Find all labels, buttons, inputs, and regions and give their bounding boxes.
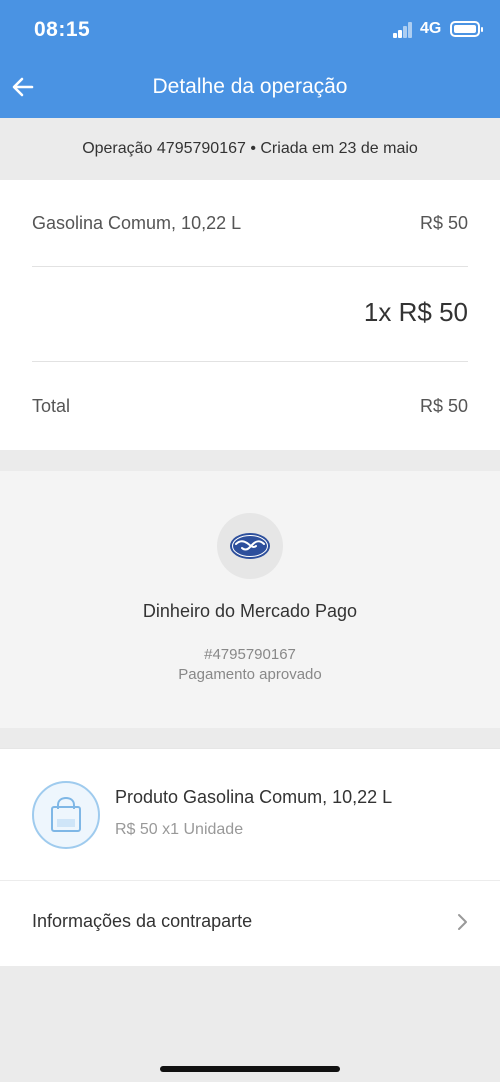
divider xyxy=(32,361,468,362)
status-bar: 08:15 4G xyxy=(0,0,500,60)
battery-icon xyxy=(450,21,483,37)
shopping-bag-icon xyxy=(32,781,100,849)
item-price: R$ 50 xyxy=(419,213,468,233)
operation-summary: Operação 4795790167 • Criada em 23 de ma… xyxy=(0,118,500,180)
divider xyxy=(0,748,500,749)
quantity-price: 1x R$ 50 xyxy=(363,297,468,327)
total-label: Total xyxy=(32,396,71,416)
payment-method: Dinheiro do Mercado Pago xyxy=(142,601,358,621)
home-indicator[interactable] xyxy=(160,1066,340,1072)
payment-id: #4795790167 xyxy=(204,646,296,663)
payment-status: Pagamento aprovado xyxy=(178,666,322,683)
divider xyxy=(32,266,468,267)
total-value: R$ 50 xyxy=(419,396,468,416)
status-time: 08:15 xyxy=(34,18,91,41)
mercadopago-logo-icon xyxy=(217,513,283,579)
product-card xyxy=(0,748,500,966)
payment-card xyxy=(0,471,500,728)
divider xyxy=(0,880,500,881)
product-subtitle: R$ 50 x1 Unidade xyxy=(115,821,244,838)
product-title: Produto Gasolina Comum, 10,22 L xyxy=(115,787,393,807)
network-type: 4G xyxy=(420,20,442,37)
items-card: Gasolina Comum, 10,22 L R$ 50 1x R$ 50 T… xyxy=(0,180,500,450)
chevron-right-icon[interactable] xyxy=(455,912,469,932)
counterpart-info-link[interactable]: Informações da contraparte xyxy=(32,911,252,932)
app-header: 08:15 4G Detalhe da operação xyxy=(0,0,500,118)
item-label: Gasolina Comum, 10,22 L xyxy=(32,213,242,233)
signal-icon xyxy=(393,22,413,38)
page-title: Detalhe da operação xyxy=(152,75,348,98)
